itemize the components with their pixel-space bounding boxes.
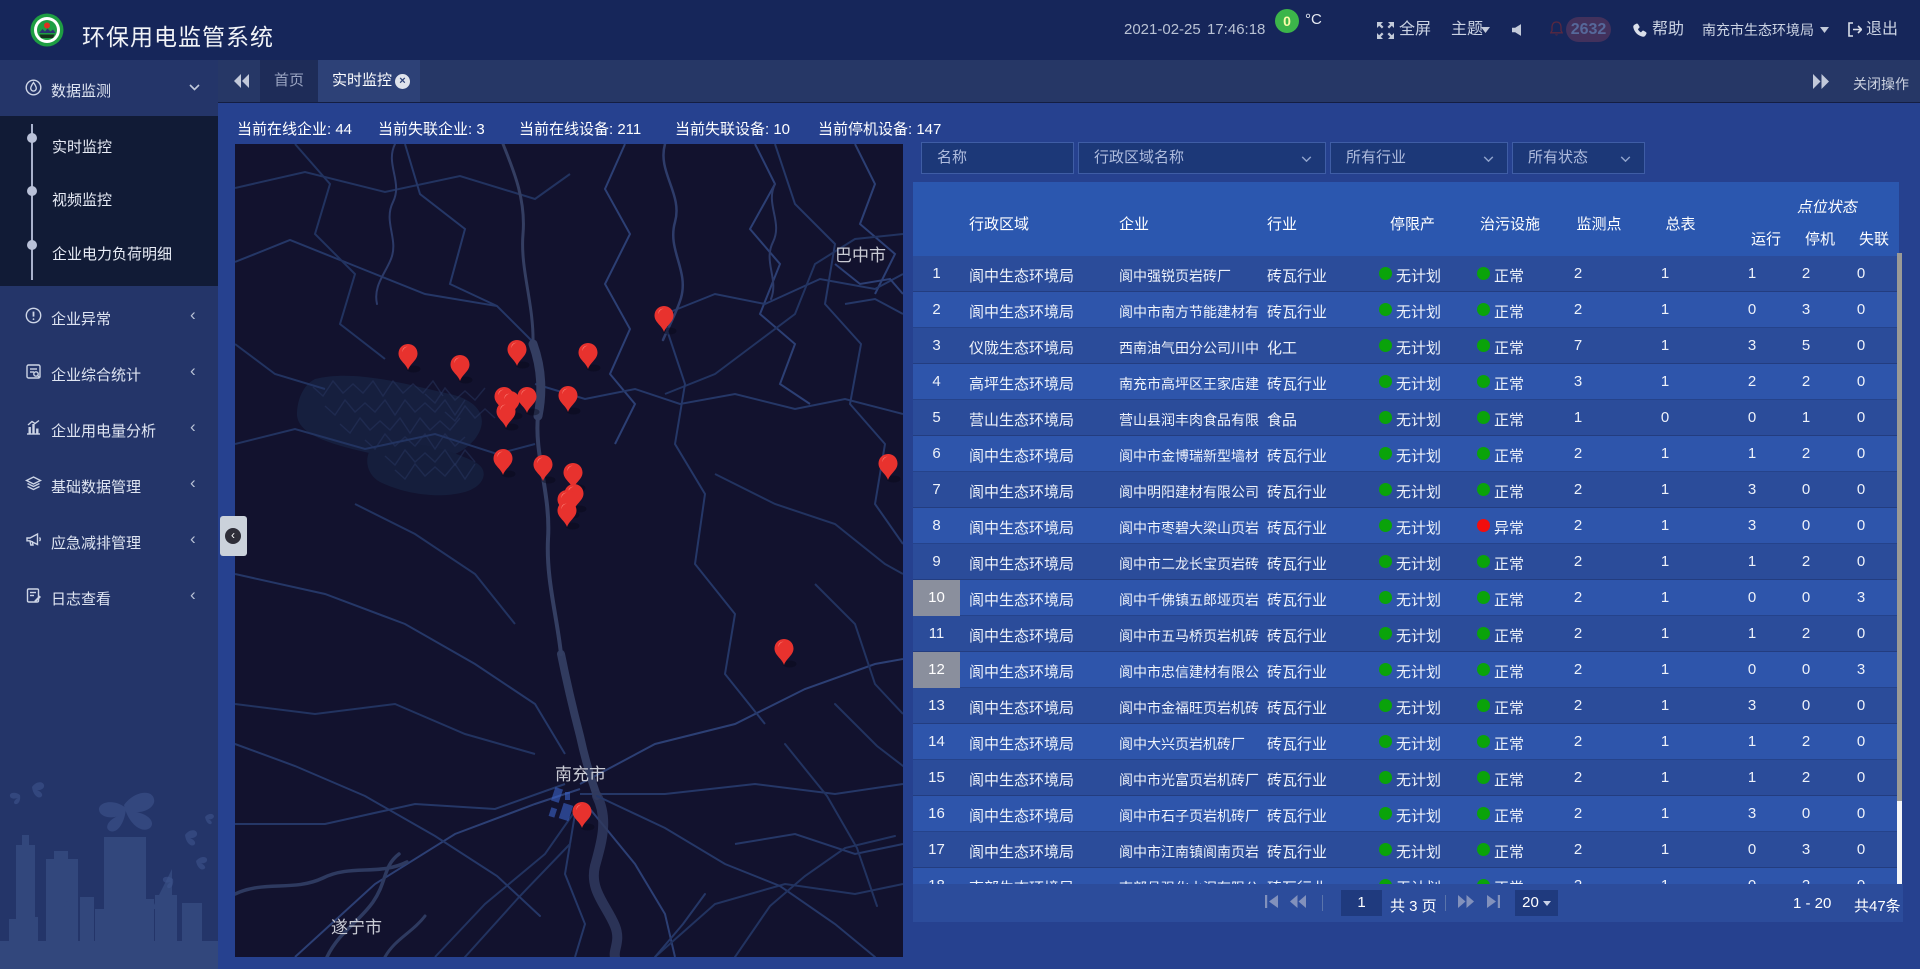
svg-text:南充市: 南充市: [555, 765, 606, 784]
svg-text:巴中市: 巴中市: [835, 246, 886, 265]
svg-text:遂宁市: 遂宁市: [331, 918, 382, 937]
